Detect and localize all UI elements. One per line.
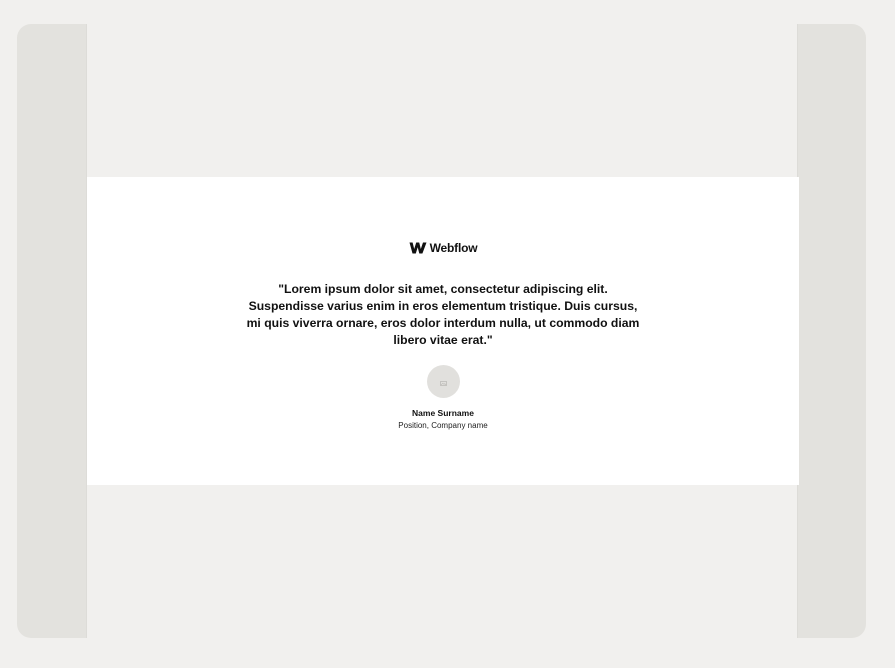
author-position: Position, Company name <box>398 421 488 430</box>
testimonial-section: Webflow "Lorem ipsum dolor sit amet, con… <box>87 177 799 485</box>
testimonial-quote: "Lorem ipsum dolor sit amet, consectetur… <box>246 282 640 347</box>
logo-text: Webflow <box>429 241 478 255</box>
avatar <box>426 365 460 398</box>
page-canvas: Webflow "Lorem ipsum dolor sit amet, con… <box>86 24 799 638</box>
preview-frame: Webflow "Lorem ipsum dolor sit amet, con… <box>17 24 866 638</box>
image-placeholder-icon <box>439 373 447 391</box>
author-name: Name Surname <box>412 408 474 418</box>
company-logo: Webflow <box>409 241 478 255</box>
webflow-logo-icon <box>409 242 427 254</box>
